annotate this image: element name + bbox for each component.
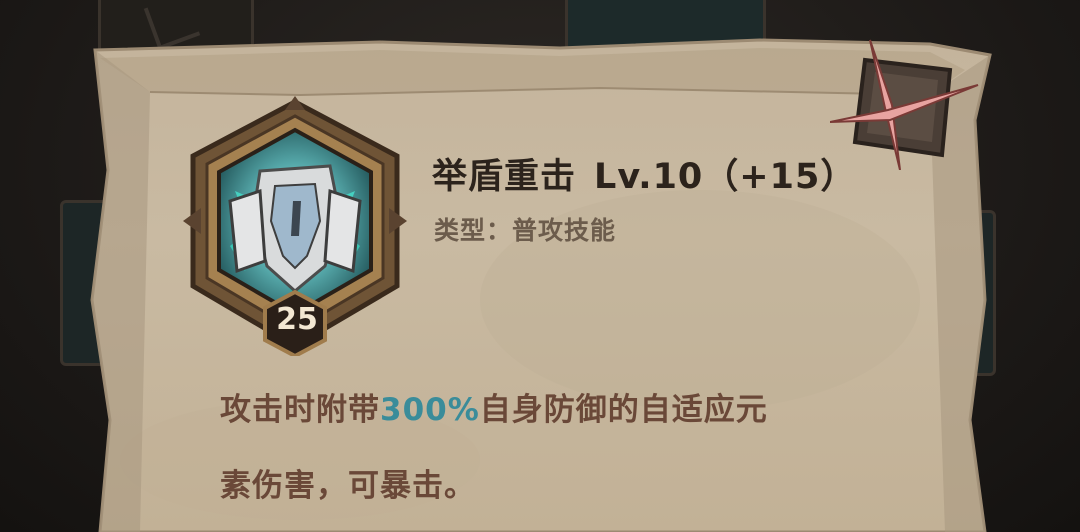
description-text: 素伤害，可暴击。 [220, 468, 476, 504]
skill-type-value: 普攻技能 [512, 216, 617, 245]
close-x-icon [829, 39, 979, 171]
close-button[interactable] [829, 30, 980, 171]
skill-title: 举盾重击 Lv.10（+15） [432, 148, 856, 199]
skill-type: 类型：普攻技能 [434, 211, 616, 247]
skill-description: 攻击时附带300%自身防御的自适应元 素伤害，可暴击。 [220, 372, 860, 524]
description-text: 攻击时附带 [220, 392, 380, 428]
skill-tooltip-screen: 25 举盾重击 Lv.10（+15） 类型：普攻技能 攻击时附带300%自身防御的… [0, 0, 1080, 532]
skill-type-label: 类型： [434, 216, 513, 245]
skill-level: Lv.10（+15） [594, 157, 857, 197]
description-text: 自身防御的自适应元 [479, 392, 768, 428]
skill-count-badge: 25 [276, 302, 318, 337]
skill-name: 举盾重击 [432, 157, 577, 197]
description-highlight-value: 300% [380, 392, 480, 428]
